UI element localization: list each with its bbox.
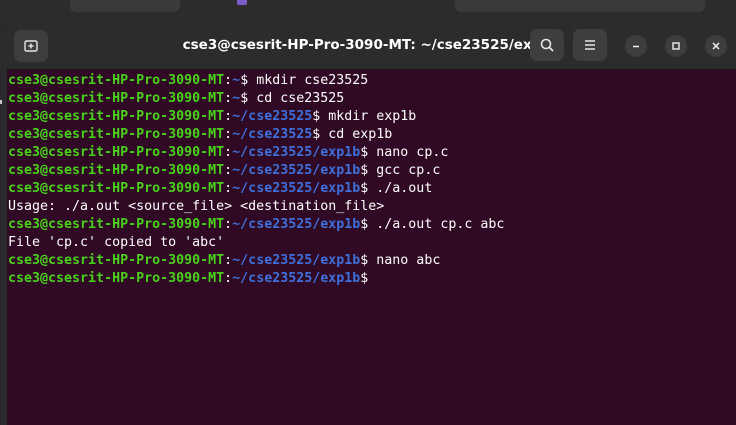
prompt-path: ~/cse23525 [232,109,313,124]
prompt-line: cse3@csesrit-HP-Pro-3090-MT:~$ mkdir cse… [8,72,736,90]
output-text: Usage: ./a.out <source_file> <destinatio… [8,199,385,214]
prompt-symbol: $ [360,271,369,286]
prompt-user-host: cse3@csesrit-HP-Pro-3090-MT [8,181,225,196]
prompt-separator: : [224,127,233,142]
prompt-user-host: cse3@csesrit-HP-Pro-3090-MT [8,127,225,142]
close-button[interactable] [705,35,727,57]
command-text: mkdir cse23525 [256,73,369,88]
output-line: Usage: ./a.out <source_file> <destinatio… [8,198,736,216]
maximize-button[interactable] [665,35,687,57]
command-text: nano cp.c [376,145,449,160]
prompt-path: ~/cse23525/exp1b [232,163,361,178]
command-text: ./a.out cp.c abc [376,217,505,232]
close-icon [712,42,720,50]
prompt-symbol: $ [312,109,329,124]
prompt-path: ~ [232,73,241,88]
command-text: ./a.out [376,181,433,196]
search-icon [540,38,554,52]
prompt-symbol: $ [360,217,377,232]
prompt-user-host: cse3@csesrit-HP-Pro-3090-MT [8,145,225,160]
prompt-line: cse3@csesrit-HP-Pro-3090-MT:~/cse23525$ … [8,126,736,144]
prompt-separator: : [224,271,233,286]
prompt-separator: : [224,253,233,268]
terminal-window: cse3@csesrit-HP-Pro-3090-MT: ~/cse23525/… [7,22,736,425]
prompt-symbol: $ [360,181,377,196]
prompt-separator: : [224,91,233,106]
prompt-symbol: $ [240,91,257,106]
prompt-line: cse3@csesrit-HP-Pro-3090-MT:~/cse23525/e… [8,180,736,198]
prompt-symbol: $ [360,163,377,178]
command-text: cd exp1b [328,127,393,142]
new-tab-button[interactable] [14,30,48,62]
prompt-user-host: cse3@csesrit-HP-Pro-3090-MT [8,217,225,232]
prompt-separator: : [224,145,233,160]
background-accent-indicator [237,0,247,5]
output-text: File 'cp.c' copied to 'abc' [8,235,225,250]
prompt-line: cse3@csesrit-HP-Pro-3090-MT:~/cse23525$ … [8,108,736,126]
prompt-line: cse3@csesrit-HP-Pro-3090-MT:~/cse23525/e… [8,216,736,234]
maximize-icon [672,42,680,50]
prompt-user-host: cse3@csesrit-HP-Pro-3090-MT [8,91,225,106]
prompt-user-host: cse3@csesrit-HP-Pro-3090-MT [8,271,225,286]
command-text: nano abc [376,253,441,268]
prompt-user-host: cse3@csesrit-HP-Pro-3090-MT [8,109,225,124]
terminal-output[interactable]: cse3@csesrit-HP-Pro-3090-MT:~$ mkdir cse… [7,70,736,425]
prompt-line: cse3@csesrit-HP-Pro-3090-MT:~$ cd cse235… [8,90,736,108]
prompt-user-host: cse3@csesrit-HP-Pro-3090-MT [8,253,225,268]
prompt-symbol: $ [360,253,377,268]
background-window-strip [0,0,736,22]
prompt-path: ~/cse23525/exp1b [232,181,361,196]
search-button[interactable] [530,29,564,61]
output-line: File 'cp.c' copied to 'abc' [8,234,736,252]
prompt-line: cse3@csesrit-HP-Pro-3090-MT:~/cse23525/e… [8,144,736,162]
prompt-symbol: $ [360,145,377,160]
prompt-user-host: cse3@csesrit-HP-Pro-3090-MT [8,73,225,88]
edge-mark [0,100,2,104]
prompt-line: cse3@csesrit-HP-Pro-3090-MT:~/cse23525/e… [8,162,736,180]
background-address-bar [455,0,705,12]
prompt-separator: : [224,217,233,232]
command-text: gcc cp.c [376,163,441,178]
command-text: cd cse23525 [256,91,345,106]
prompt-user-host: cse3@csesrit-HP-Pro-3090-MT [8,163,225,178]
prompt-separator: : [224,163,233,178]
new-tab-icon [24,40,38,52]
prompt-symbol: $ [240,73,257,88]
prompt-path: ~/cse23525/exp1b [232,217,361,232]
prompt-path: ~ [232,91,241,106]
prompt-line: cse3@csesrit-HP-Pro-3090-MT:~/cse23525/e… [8,252,736,270]
prompt-separator: : [224,181,233,196]
titlebar: cse3@csesrit-HP-Pro-3090-MT: ~/cse23525/… [7,22,736,70]
hamburger-menu-icon [585,40,595,50]
minimize-icon [633,45,639,48]
prompt-path: ~/cse23525/exp1b [232,271,361,286]
prompt-path: ~/cse23525/exp1b [232,253,361,268]
minimize-button[interactable] [625,35,647,57]
prompt-path: ~/cse23525/exp1b [232,145,361,160]
menu-button[interactable] [573,29,607,61]
prompt-separator: : [224,73,233,88]
prompt-path: ~/cse23525 [232,127,313,142]
command-text: mkdir exp1b [328,109,417,124]
prompt-line: cse3@csesrit-HP-Pro-3090-MT:~/cse23525/e… [8,270,736,288]
background-tab [70,0,180,12]
prompt-separator: : [224,109,233,124]
prompt-symbol: $ [312,127,329,142]
